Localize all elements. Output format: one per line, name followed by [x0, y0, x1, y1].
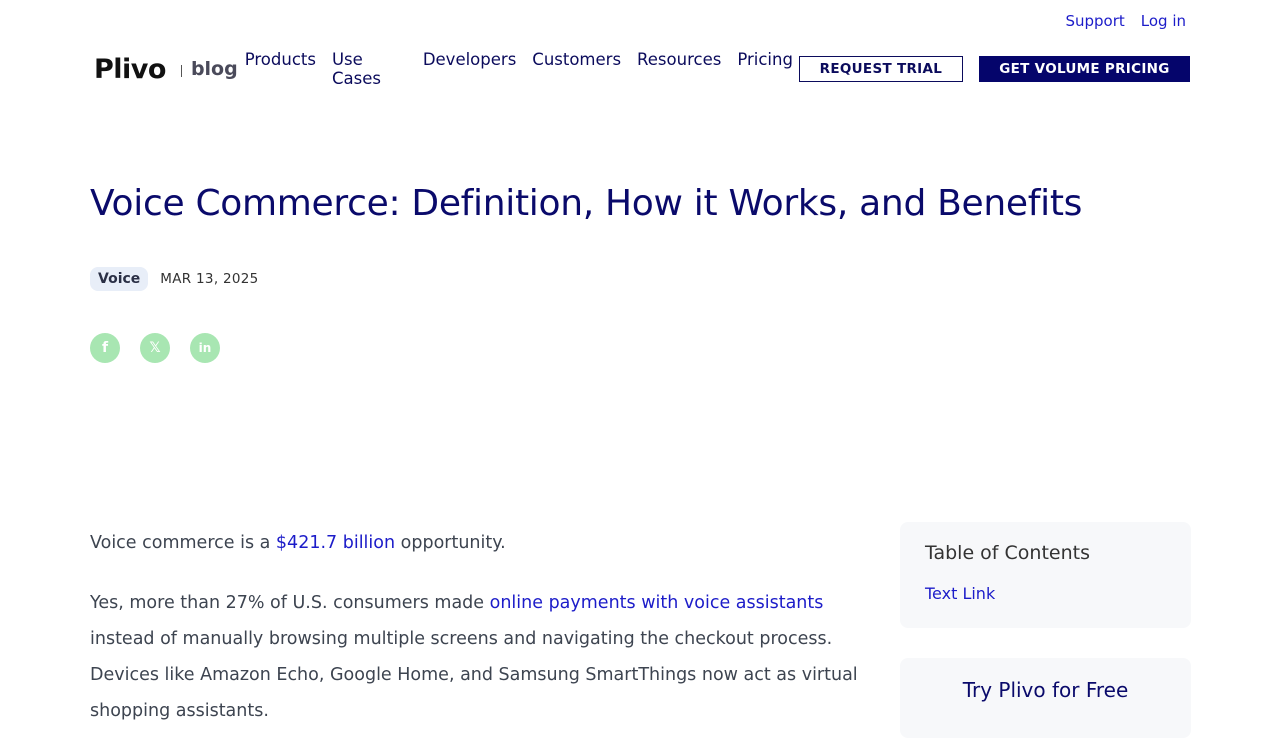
main-navbar: Plivo blog Products Use Cases Developers… — [90, 50, 1190, 88]
p2-text-after: instead of manually browsing multiple sc… — [90, 629, 858, 721]
p1-link[interactable]: $421.7 billion — [276, 533, 395, 553]
p1-text-after: opportunity. — [395, 533, 506, 553]
toc-title: Table of Contents — [925, 542, 1090, 564]
toc-link[interactable]: Text Link — [925, 584, 1166, 603]
p2-link[interactable]: online payments with voice assistants — [490, 593, 824, 613]
publish-date: MAR 13, 2025 — [160, 271, 259, 287]
nav-item-customers[interactable]: Customers — [532, 50, 621, 88]
blog-label[interactable]: blog — [191, 58, 238, 80]
try-plivo-card: Try Plivo for Free — [900, 658, 1191, 738]
login-link[interactable]: Log in — [1141, 12, 1186, 30]
article-title: Voice Commerce: Definition, How it Works… — [90, 183, 1083, 224]
share-buttons: f 𝕏 in — [90, 333, 220, 363]
utility-nav: Support Log in — [1065, 12, 1186, 30]
linkedin-icon[interactable]: in — [190, 333, 220, 363]
linkedin-glyph: in — [198, 341, 212, 355]
request-trial-button[interactable]: REQUEST TRIAL — [798, 56, 963, 82]
x-twitter-icon[interactable]: 𝕏 — [140, 333, 170, 363]
category-tag[interactable]: Voice — [90, 267, 149, 291]
nav-item-use-cases[interactable]: Use Cases — [332, 50, 407, 88]
plivo-logo[interactable]: Plivo — [94, 54, 166, 85]
table-of-contents: Table of Contents Text Link — [900, 522, 1191, 628]
article-paragraph-1: Voice commerce is a $421.7 billion oppor… — [90, 525, 890, 561]
article-body: Voice commerce is a $421.7 billion oppor… — [90, 525, 890, 753]
article-meta: Voice MAR 13, 2025 — [90, 267, 259, 291]
support-link[interactable]: Support — [1065, 12, 1124, 30]
facebook-glyph: f — [101, 340, 109, 356]
p1-text-before: Voice commerce is a — [90, 533, 276, 553]
x-glyph: 𝕏 — [149, 340, 161, 356]
nav-item-resources[interactable]: Resources — [637, 50, 721, 88]
logo-divider — [180, 64, 182, 77]
nav-item-pricing[interactable]: Pricing — [737, 50, 793, 88]
logo-text: Plivo — [94, 53, 166, 85]
nav-links: Products Use Cases Developers Customers … — [245, 50, 793, 88]
facebook-icon[interactable]: f — [90, 333, 120, 363]
try-plivo-title: Try Plivo for Free — [962, 678, 1129, 702]
nav-item-developers[interactable]: Developers — [423, 50, 516, 88]
article-paragraph-2: Yes, more than 27% of U.S. consumers mad… — [90, 585, 890, 729]
volume-pricing-button[interactable]: GET VOLUME PRICING — [978, 56, 1190, 82]
p2-text-before: Yes, more than 27% of U.S. consumers mad… — [90, 593, 490, 613]
nav-item-products[interactable]: Products — [245, 50, 316, 88]
